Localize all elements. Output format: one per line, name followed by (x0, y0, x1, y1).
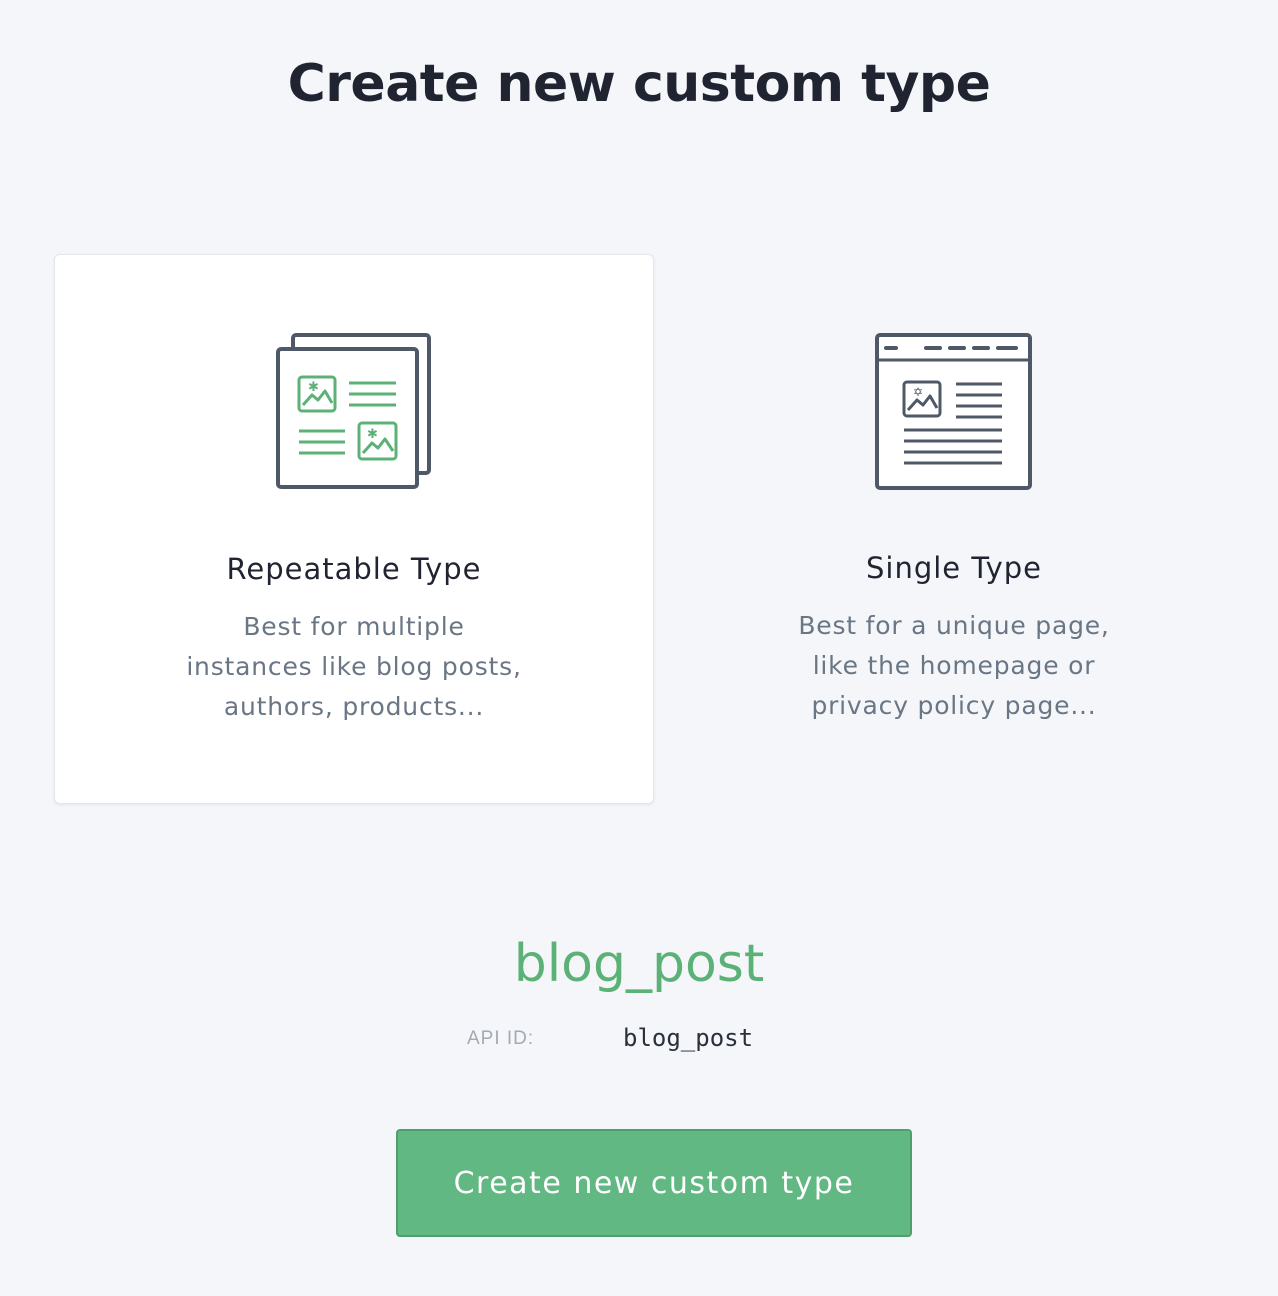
create-custom-type-button[interactable]: Create new custom type (396, 1129, 912, 1237)
single-type-card[interactable]: ✡ Single Type Best for a unique page, li… (654, 254, 1254, 804)
svg-text:✡: ✡ (913, 385, 923, 399)
custom-type-name[interactable]: blog_post (0, 930, 1278, 998)
repeatable-type-description: Best for multiple instances like blog po… (55, 607, 653, 727)
svg-text:✱: ✱ (367, 427, 378, 442)
api-id-value[interactable]: blog_post (623, 1022, 753, 1054)
repeatable-type-card[interactable]: ✱ ✱ Repeatable Type Best for multiple in… (54, 254, 654, 804)
description-line: Best for a unique page, (798, 611, 1110, 640)
description-line: authors, products... (223, 692, 485, 721)
repeatable-documents-icon: ✱ ✱ (276, 333, 431, 489)
api-id-label: API ID: (467, 1028, 535, 1049)
single-type-title: Single Type (866, 551, 1042, 585)
description-line: privacy policy page... (811, 691, 1097, 720)
single-page-icon: ✡ (875, 333, 1032, 490)
description-line: like the homepage or (812, 651, 1096, 680)
page-title: Create new custom type (287, 54, 991, 114)
description-line: instances like blog posts, (186, 652, 522, 681)
description-line: Best for multiple (243, 612, 465, 641)
repeatable-type-title: Repeatable Type (226, 552, 482, 586)
svg-text:✱: ✱ (308, 380, 319, 395)
single-type-description: Best for a unique page, like the homepag… (654, 606, 1254, 726)
